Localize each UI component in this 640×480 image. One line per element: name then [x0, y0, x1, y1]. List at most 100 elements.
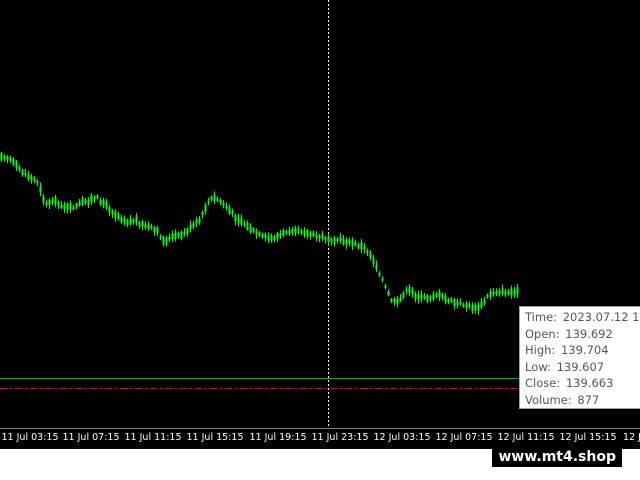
- candle: [228, 204, 231, 216]
- candle: [243, 220, 246, 228]
- time-label: Time:: [525, 310, 558, 324]
- candle: [312, 230, 315, 238]
- candle: [159, 234, 162, 240]
- candle: [279, 230, 282, 239]
- candle: [234, 213, 237, 226]
- candle: [381, 276, 384, 283]
- low-value: 139.607: [556, 359, 605, 374]
- candle: [468, 301, 471, 309]
- candle: [495, 288, 498, 297]
- candle: [180, 230, 183, 241]
- candle: [75, 202, 78, 210]
- candle: [372, 255, 375, 267]
- candle: [510, 285, 513, 299]
- candle: [9, 155, 12, 163]
- candle: [516, 284, 519, 299]
- candle: [33, 176, 36, 184]
- candle: [492, 288, 495, 297]
- candle: [402, 291, 405, 300]
- candle: [489, 288, 492, 300]
- data-window-open-row: Open: 139.692: [525, 326, 640, 343]
- candle: [90, 192, 93, 205]
- close-label: Close:: [525, 376, 561, 390]
- candle: [423, 292, 426, 300]
- candle: [3, 154, 6, 162]
- candle: [117, 211, 120, 221]
- candle: [282, 228, 285, 238]
- candle: [429, 295, 432, 303]
- time-tick-label: 12 Ju: [623, 432, 640, 443]
- candle: [51, 197, 54, 206]
- candle: [216, 196, 219, 202]
- candle: [102, 197, 105, 209]
- watermark-label: www.mt4.shop: [492, 447, 622, 467]
- candle: [357, 242, 360, 250]
- candle: [420, 290, 423, 303]
- candle: [192, 221, 195, 230]
- time-tick-label: 11 Jul 23:15: [311, 432, 369, 443]
- candle: [123, 215, 126, 226]
- candle: [198, 215, 201, 225]
- candle: [222, 200, 225, 209]
- candle: [294, 225, 297, 237]
- candle: [408, 284, 411, 297]
- candle: [36, 179, 39, 187]
- open-value: 139.692: [565, 326, 613, 341]
- close-value: 139.663: [565, 376, 614, 390]
- time-value: 2023.07.12 12:: [562, 310, 640, 324]
- candle: [345, 237, 348, 250]
- candle: [96, 194, 99, 200]
- candle: [162, 235, 165, 247]
- candle: [267, 232, 270, 244]
- candle: [303, 227, 306, 238]
- candle: [204, 202, 207, 215]
- candle: [114, 209, 117, 222]
- candle: [354, 239, 357, 247]
- data-window-close-row: Close: 139.663: [525, 375, 640, 392]
- candle: [24, 168, 27, 178]
- candle: [21, 168, 24, 177]
- candle: [315, 230, 318, 242]
- candle: [474, 302, 477, 314]
- candle: [156, 225, 159, 236]
- candle: [300, 228, 303, 236]
- candle: [273, 234, 276, 243]
- candle: [507, 288, 510, 296]
- candle: [195, 216, 198, 227]
- candle: [342, 235, 345, 246]
- candle: [270, 233, 273, 243]
- time-tick-label: 11 Jul 11:15: [124, 432, 182, 443]
- candle: [150, 223, 153, 231]
- candle: [465, 301, 468, 312]
- candle: [309, 230, 312, 240]
- candle: [129, 215, 132, 226]
- candle: [69, 200, 72, 214]
- candle: [84, 198, 87, 205]
- candle: [252, 227, 255, 234]
- candle: [462, 302, 465, 308]
- candle: [144, 221, 147, 230]
- time-tick-label: 11 Jul 19:15: [249, 432, 307, 443]
- candle: [318, 234, 321, 243]
- time-tick-label: 11 Jul 07:15: [62, 432, 120, 443]
- candle: [93, 195, 96, 204]
- candle: [306, 228, 309, 240]
- candle: [426, 294, 429, 303]
- candle: [288, 226, 291, 236]
- candle: [168, 233, 171, 242]
- candle: [291, 226, 294, 236]
- candle: [375, 260, 378, 273]
- candle: [66, 202, 69, 214]
- candle: [111, 208, 114, 218]
- candle: [186, 227, 189, 237]
- candle: [78, 198, 81, 207]
- open-label: Open:: [525, 326, 560, 341]
- candle: [285, 229, 288, 236]
- candle: [60, 201, 63, 210]
- candle: [255, 228, 258, 240]
- candle: [444, 293, 447, 305]
- candle: [81, 195, 84, 207]
- candle: [501, 284, 504, 296]
- candle: [405, 286, 408, 295]
- candle: [438, 288, 441, 302]
